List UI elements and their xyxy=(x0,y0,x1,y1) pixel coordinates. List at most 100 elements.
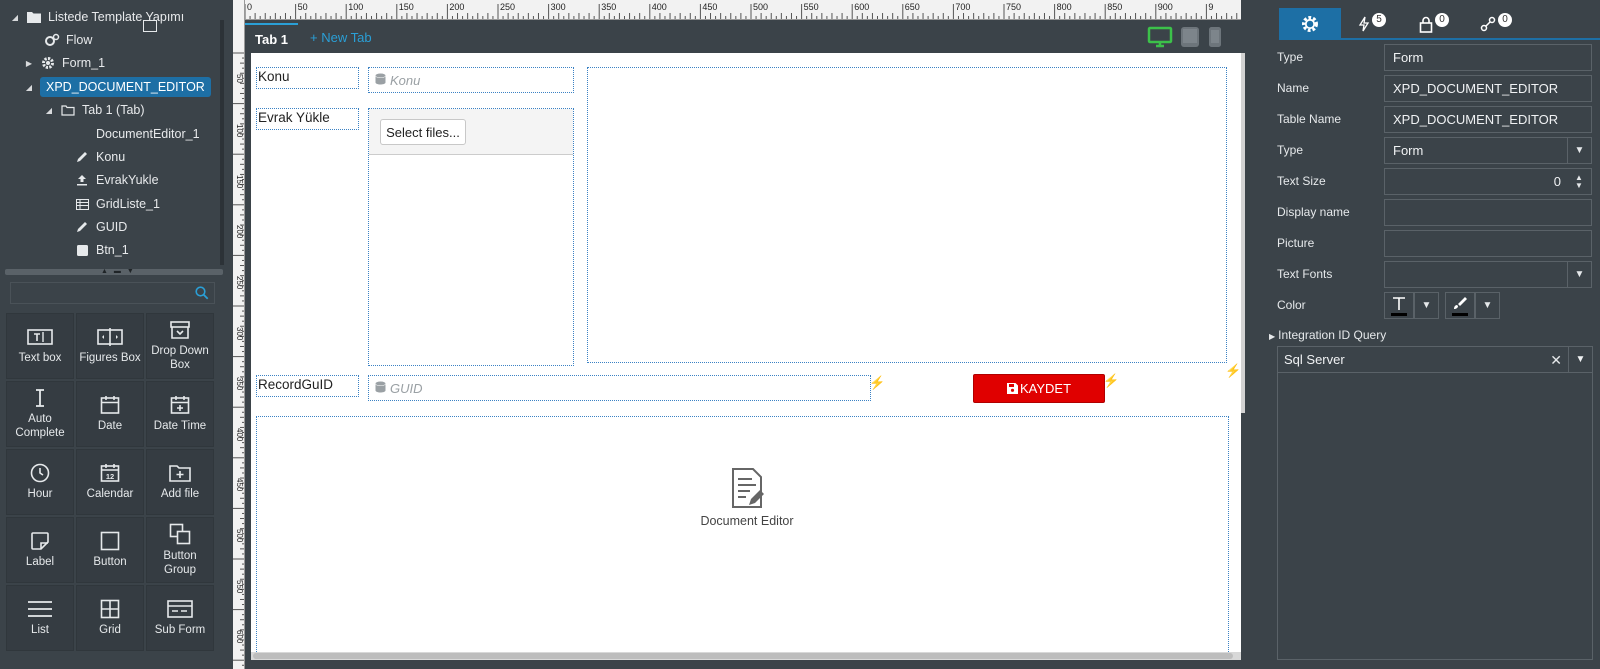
tree-item-evrakyukle[interactable]: EvrakYukle xyxy=(74,170,159,190)
tree-item-xpd-document-editor[interactable]: ◢ XPD_DOCUMENT_EDITOR xyxy=(24,77,211,97)
clear-icon[interactable]: ✕ xyxy=(1550,352,1562,369)
collapse-arrow-icon[interactable]: ◢ xyxy=(24,83,34,92)
guid-input[interactable]: GUID xyxy=(368,375,871,401)
guid-placeholder: GUID xyxy=(390,380,423,396)
gridliste-placeholder[interactable] xyxy=(587,67,1227,363)
save-button[interactable]: KAYDET xyxy=(973,374,1105,403)
tab-settings[interactable] xyxy=(1279,8,1341,40)
tool-calendar[interactable]: 12 Calendar xyxy=(76,449,144,515)
tree-item-btn1[interactable]: Btn_1 xyxy=(74,240,129,260)
document-editor-area[interactable]: Document Editor xyxy=(256,416,1229,654)
ruler-number: 550 xyxy=(803,2,819,12)
canvas-vertical-scrollbar[interactable] xyxy=(1241,53,1245,413)
tree-item-flow[interactable]: Flow xyxy=(28,30,92,50)
tree-item-tab1[interactable]: ◢ Tab 1 (Tab) xyxy=(44,100,145,120)
tree-item-gridliste[interactable]: GridListe_1 xyxy=(74,194,160,214)
tree-root[interactable]: ◢ Listede Template Yapımı xyxy=(10,7,184,27)
stepper-arrows-icon[interactable]: ▲ ▼ xyxy=(1567,169,1591,194)
tool-text-box[interactable]: Text box xyxy=(6,313,74,379)
tool-grid[interactable]: Grid xyxy=(76,585,144,651)
integration-query-editor[interactable] xyxy=(1277,373,1593,660)
table-name-field[interactable]: XPD_DOCUMENT_EDITOR xyxy=(1384,106,1592,133)
evrak-upload-area[interactable]: Select files... xyxy=(368,108,574,366)
tree-item-konu[interactable]: Konu xyxy=(74,147,125,167)
tree-item-form1[interactable]: ▶ Form_1 xyxy=(24,53,105,73)
tool-button-group[interactable]: Button Group xyxy=(146,517,214,583)
integration-query-label: Integration ID Query xyxy=(1278,328,1387,342)
grid-event-bolt-icon[interactable]: ⚡ xyxy=(1225,363,1241,379)
tree-root-label: Listede Template Yapımı xyxy=(48,10,185,24)
tool-add-file[interactable]: Add file xyxy=(146,449,214,515)
tab-permissions[interactable]: 0 xyxy=(1403,8,1465,40)
collapse-arrow-icon[interactable]: ◢ xyxy=(10,13,20,22)
tool-drop-down-box[interactable]: Drop Down Box xyxy=(146,313,214,379)
text-color-button[interactable] xyxy=(1384,292,1414,319)
new-tab-button[interactable]: + New Tab xyxy=(310,30,372,45)
canvas-horizontal-scrollbar[interactable] xyxy=(251,652,1241,660)
chevron-down-icon[interactable]: ▼ xyxy=(1567,138,1591,163)
tool-date-time[interactable]: Date Time xyxy=(146,381,214,447)
tab-events[interactable]: 5 xyxy=(1341,8,1403,40)
integration-db-select[interactable]: Sql Server ✕ ▼ xyxy=(1277,346,1593,373)
text-color-dropdown[interactable]: ▼ xyxy=(1414,292,1439,319)
text-size-stepper[interactable]: 0 ▲ ▼ xyxy=(1384,168,1592,195)
tab-links[interactable]: 0 xyxy=(1465,8,1527,40)
scroll-thumb[interactable] xyxy=(253,653,1233,659)
ruler-number: 450 xyxy=(235,478,244,492)
desktop-view-icon[interactable] xyxy=(1147,26,1173,51)
konu-input[interactable]: Konu xyxy=(368,67,574,93)
properties-panel: 5 0 0 Type Form Name XPD_DOCUMENT_EDITOR… xyxy=(1269,0,1600,669)
expand-arrow-icon[interactable]: ▶ xyxy=(24,59,34,68)
chevron-down-icon[interactable]: ▼ xyxy=(1568,347,1592,372)
ruler-number: 500 xyxy=(235,529,244,543)
tool-label[interactable]: Label xyxy=(6,517,74,583)
autocomplete-icon xyxy=(36,389,44,407)
tool-button[interactable]: Button xyxy=(76,517,144,583)
panel-splitter[interactable]: ▲ ▬ ▼ xyxy=(5,268,223,275)
search-icon[interactable] xyxy=(195,286,209,303)
record-guid-label[interactable]: RecordGuID xyxy=(256,375,359,397)
tool-list[interactable]: List xyxy=(6,585,74,651)
toolbox-search-input[interactable] xyxy=(10,282,215,304)
tab-1[interactable]: Tab 1 xyxy=(245,23,298,53)
picture-field[interactable] xyxy=(1384,230,1592,257)
integration-query-toggle[interactable]: ▶ Integration ID Query xyxy=(1269,328,1386,342)
tool-date[interactable]: Date xyxy=(76,381,144,447)
tool-hour[interactable]: Hour xyxy=(6,449,74,515)
evrak-yukle-label[interactable]: Evrak Yükle xyxy=(256,108,359,130)
chevron-down-icon[interactable]: ▼ xyxy=(1567,262,1591,287)
ruler-number: 250 xyxy=(235,276,244,290)
save-event-bolt-icon[interactable]: ⚡ xyxy=(1103,373,1119,389)
tablet-view-icon[interactable] xyxy=(1180,26,1200,51)
pencil-icon xyxy=(74,220,90,234)
konu-label[interactable]: Konu xyxy=(256,67,359,89)
ruler-number: 200 xyxy=(449,2,465,12)
background-color-button[interactable] xyxy=(1445,292,1475,319)
background-color-dropdown[interactable]: ▼ xyxy=(1475,292,1500,319)
tree-item-document-editor[interactable]: DocumentEditor_1 xyxy=(96,124,200,144)
select-files-button[interactable]: Select files... xyxy=(380,119,466,145)
tree-item-guid[interactable]: GUID xyxy=(74,217,127,237)
database-icon xyxy=(375,381,386,396)
phone-view-icon[interactable] xyxy=(1208,26,1222,51)
tool-auto-complete[interactable]: Auto Complete xyxy=(6,381,74,447)
tool-label: Hour xyxy=(27,488,53,500)
collapse-arrow-icon[interactable]: ◢ xyxy=(44,106,54,115)
name-field[interactable]: XPD_DOCUMENT_EDITOR xyxy=(1384,75,1592,102)
text-fonts-select[interactable]: ▼ xyxy=(1384,261,1592,288)
type-select[interactable]: Form ▼ xyxy=(1384,137,1592,164)
document-edit-icon xyxy=(732,468,764,508)
ruler-number: 850 xyxy=(1107,2,1123,12)
ruler-number: 900 xyxy=(1157,2,1173,12)
figures-box-icon xyxy=(97,328,123,346)
tree-scrollbar[interactable] xyxy=(220,20,224,265)
ruler-number: 200 xyxy=(235,225,244,239)
guid-event-bolt-icon[interactable]: ⚡ xyxy=(869,375,885,391)
button-icon xyxy=(100,531,120,551)
tool-figures-box[interactable]: Figures Box xyxy=(76,313,144,379)
display-name-field[interactable] xyxy=(1384,199,1592,226)
textbox-icon xyxy=(27,329,53,345)
tool-sub-form[interactable]: Sub Form xyxy=(146,585,214,651)
cursor-box-icon xyxy=(143,20,157,32)
type-field[interactable]: Form xyxy=(1384,44,1592,71)
